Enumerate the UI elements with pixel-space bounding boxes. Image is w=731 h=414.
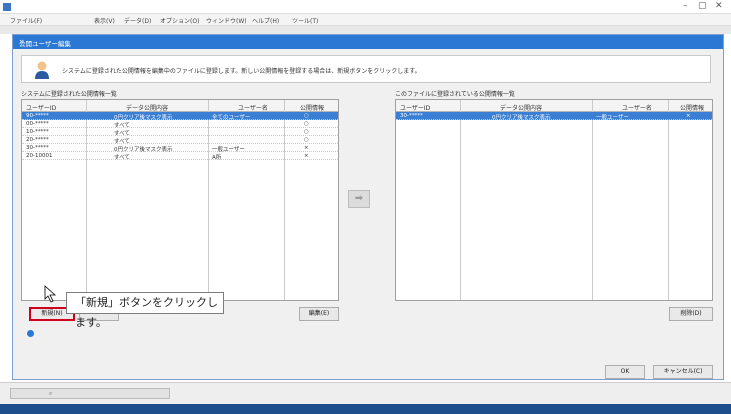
menu-item-window[interactable]: ウィンドウ(W) [206,16,247,25]
cell-content: 0円クリア後マスク表示 [492,115,551,121]
menu-item-file[interactable]: ファイル(F) [10,16,42,25]
table-header: ユーザーID データ公開内容 ユーザー名 公開情報 [396,100,712,112]
col-header-public-flag: 公開情報 [680,105,705,112]
table-row[interactable]: 10-***** すべて ○ [22,128,338,137]
cell-public-flag: ○ [304,137,309,143]
col-header-user-name: ユーザー名 [238,105,268,112]
cell-user-id: 20-10001 [26,153,53,159]
cell-user-id: 00-***** [26,121,49,127]
add-to-file-arrow-button[interactable]: ➡ [348,190,370,208]
delete-button[interactable]: 削除(D) [669,307,713,321]
col-header-user-name: ユーザー名 [622,105,652,112]
col-header-public-flag: 公開情報 [300,105,325,112]
dialog-close-icon[interactable]: ✕ [19,38,718,46]
table-row[interactable]: 20-10001 すべて A所 × [22,152,338,161]
col-header-content: データ公開内容 [126,105,169,112]
menu-item-view[interactable]: 表示(V) [94,16,115,25]
table-row[interactable]: 30-***** 0円クリア後マスク表示 一般ユーザー × [22,144,338,153]
toolbar [0,26,731,34]
public-user-edit-dialog: 公開ユーザー編集 ✕ システムに登録された公開情報を編集中のファイルに登録します… [12,34,724,380]
col-header-user-id: ユーザーID [26,105,57,112]
table-row[interactable]: 20-***** すべて ○ [22,136,338,145]
app-titlebar: – ▢ ✕ [0,0,731,14]
file-public-info-table[interactable]: ユーザーID データ公開内容 ユーザー名 公開情報 30-***** 0円クリア後… [395,99,713,301]
minimize-icon[interactable]: – [683,1,688,11]
cell-user-name: 一般ユーザー [596,115,629,121]
cell-public-flag: ○ [304,113,309,119]
info-text: システムに登録された公開情報を編集中のファイルに登録します。新しい公開情報を登録… [62,68,421,75]
cell-user-id: 10-***** [26,129,49,135]
cell-user-id: 90-***** [26,113,49,119]
col-header-user-id: ユーザーID [400,105,431,112]
cell-public-flag: × [304,153,309,159]
left-list-label: システムに登録された公開情報一覧 [21,91,117,98]
mouse-cursor-icon [44,285,57,303]
system-public-info-table[interactable]: ユーザーID データ公開内容 ユーザー名 公開情報 90-***** 0円クリア後… [21,99,339,301]
instruction-callout: 「新規」ボタンをクリックします。 [66,292,224,329]
menu-item-data[interactable]: データ(D) [124,16,151,25]
maximize-icon[interactable]: ▢ [698,1,707,11]
cell-user-id: 30-***** [400,113,423,119]
table-row[interactable]: 30-***** 0円クリア後マスク表示 一般ユーザー × [396,112,712,121]
info-icon [27,330,34,337]
cell-public-flag: ○ [304,121,309,127]
edit-button[interactable]: 編集(E) [299,307,339,321]
menu-item-options[interactable]: オプション(O) [160,16,199,25]
cancel-button[interactable]: キャンセル(C) [653,365,713,379]
cell-content: すべて [114,155,130,161]
user-icon [35,61,49,79]
table-row[interactable]: 00-***** すべて ○ [22,120,338,129]
cell-user-id: 20-***** [26,137,49,143]
bottom-status-bar [0,404,731,414]
cell-user-name: A所 [212,155,222,161]
menu-item-tools[interactable]: ツール(T) [292,16,318,25]
dialog-titlebar: 公開ユーザー編集 ✕ [13,35,723,49]
search-input[interactable]: ⌕ [10,388,170,399]
menu-item-help[interactable]: ヘルプ(H) [252,16,279,25]
cell-public-flag: ○ [304,129,309,135]
col-header-content: データ公開内容 [500,105,543,112]
app-icon [3,3,11,11]
cell-public-flag: × [304,145,309,151]
info-panel: システムに登録された公開情報を編集中のファイルに登録します。新しい公開情報を登録… [21,55,711,83]
statusbar: ⌕ [0,382,731,404]
ok-button[interactable]: OK [605,365,645,379]
menubar: ファイル(F) 表示(V) データ(D) オプション(O) ウィンドウ(W) ヘ… [0,14,731,26]
close-icon[interactable]: ✕ [715,1,723,11]
table-header: ユーザーID データ公開内容 ユーザー名 公開情報 [22,100,338,112]
cell-public-flag: × [686,113,691,119]
search-icon: ⌕ [49,390,53,397]
cell-user-id: 30-***** [26,145,49,151]
table-row[interactable]: 90-***** 0円クリア後マスク表示 全てのユーザー ○ [22,112,338,121]
right-list-label: このファイルに登録されている公開情報一覧 [395,91,515,98]
